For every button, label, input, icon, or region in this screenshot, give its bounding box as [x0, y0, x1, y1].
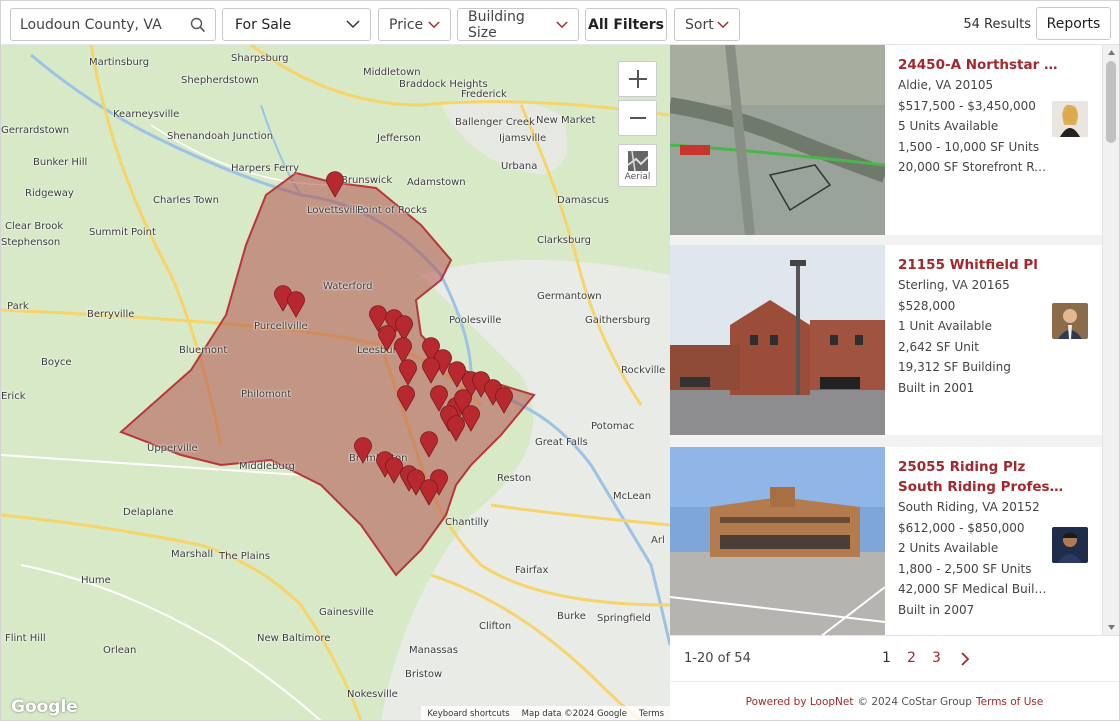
listing-photo[interactable]: [670, 447, 885, 635]
listing-title[interactable]: 21155 Whitfield Pl: [898, 255, 1066, 275]
pagination-range: 1-20 of 54: [684, 651, 751, 666]
chevron-down-icon: [717, 21, 729, 28]
listing-units: 5 Units Available: [898, 119, 999, 133]
listing-pin-icon[interactable]: [399, 359, 417, 386]
location-search-input[interactable]: Loudoun County, VA: [10, 8, 216, 41]
zoom-in-button[interactable]: [618, 61, 657, 97]
listing-title[interactable]: 24450-A Northstar Blvd: [898, 55, 1066, 75]
aerial-icon: [626, 150, 649, 171]
zoom-out-button[interactable]: [618, 100, 657, 136]
listing-pin-icon[interactable]: [287, 291, 305, 318]
listing-location: South Riding, VA 20152: [898, 500, 1040, 514]
listing-pin-icon[interactable]: [394, 337, 412, 364]
copyright: © 2024 CoStar Group: [857, 695, 972, 708]
listing-units: 1 Unit Available: [898, 319, 993, 333]
page-1-link[interactable]: 1: [882, 650, 891, 666]
aerial-view-button[interactable]: Aerial: [618, 144, 657, 187]
app-frame: Loudoun County, VA For Sale Price Buildi…: [0, 0, 1120, 721]
listing-detail: 19,312 SF Building: [898, 360, 1011, 374]
sort-label: Sort: [685, 16, 714, 33]
all-filters-button[interactable]: All Filters: [585, 8, 667, 41]
listing-pin-icon[interactable]: [422, 357, 440, 384]
listing-results[interactable]: 24450-A Northstar Blvd Aldie, VA 20105 $…: [670, 45, 1102, 635]
listing-detail: 20,000 SF Storefront Re...: [898, 160, 1048, 174]
listing-subtitle[interactable]: South Riding Professi...: [898, 477, 1066, 497]
listing-size: 1,800 - 2,500 SF Units: [898, 561, 1032, 576]
listing-size: 1,500 - 10,000 SF Units: [898, 139, 1040, 154]
page-3-link[interactable]: 3: [932, 650, 941, 666]
sort-button[interactable]: Sort: [674, 8, 740, 41]
agent-avatar[interactable]: [1052, 101, 1088, 137]
listing-units: 2 Units Available: [898, 541, 999, 555]
listing-pin-icon[interactable]: [354, 437, 372, 464]
listing-detail: 42,000 SF Medical Buildi...: [898, 582, 1048, 596]
listing-pin-icon[interactable]: [420, 479, 438, 506]
results-count: 54 Results: [963, 17, 1031, 32]
listing-price: $612,000 - $850,000: [898, 520, 1025, 535]
listing-photo[interactable]: [670, 245, 885, 435]
chevron-down-icon: [428, 21, 440, 28]
listing-pin-icon[interactable]: [495, 387, 513, 414]
listing-pin-icon[interactable]: [462, 405, 480, 432]
listing-pin-icon[interactable]: [326, 171, 344, 198]
listing-price: $528,000: [898, 298, 956, 313]
agent-avatar[interactable]: [1052, 303, 1088, 339]
map-view[interactable]: Martinsburg Sharpsburg Middletown Frederick…: [1, 45, 670, 721]
agent-avatar[interactable]: [1052, 527, 1088, 563]
listing-built: Built in 2007: [898, 602, 975, 617]
map-attribution: Keyboard shortcuts Map data ©2024 Google…: [421, 706, 670, 720]
google-logo: Google: [11, 697, 78, 717]
chevron-down-icon: [556, 21, 568, 28]
listing-type-select[interactable]: For Sale: [222, 8, 371, 41]
listing-price: $517,500 - $3,450,000: [898, 98, 1036, 113]
chevron-down-icon: [346, 20, 360, 29]
search-value: Loudoun County, VA: [20, 16, 162, 33]
listing-card[interactable]: 24450-A Northstar Blvd Aldie, VA 20105 $…: [670, 45, 1102, 235]
listing-built: Built in 2001: [898, 380, 975, 395]
minus-icon: [629, 117, 646, 119]
scrollbar-thumb[interactable]: [1106, 61, 1116, 143]
scroll-up-icon[interactable]: [1103, 47, 1120, 57]
aerial-label: Aerial: [624, 171, 651, 182]
reports-button[interactable]: Reports: [1036, 7, 1111, 40]
listing-pin-icon[interactable]: [395, 315, 413, 342]
chevron-right-icon[interactable]: [960, 652, 970, 666]
scroll-down-icon[interactable]: [1103, 623, 1120, 633]
listing-size: 2,642 SF Unit: [898, 339, 979, 354]
listing-card[interactable]: 25055 Riding Plz South Riding Professi..…: [670, 447, 1102, 635]
listing-pin-icon[interactable]: [385, 457, 403, 484]
search-icon[interactable]: [190, 17, 206, 33]
listing-title[interactable]: 25055 Riding Plz: [898, 457, 1066, 477]
pagination: 1-20 of 54 1 2 3: [670, 635, 1119, 681]
all-filters-label: All Filters: [588, 16, 664, 33]
building-size-filter-button[interactable]: Building Size: [457, 8, 579, 41]
price-filter-button[interactable]: Price: [378, 8, 451, 41]
keyboard-shortcuts-link[interactable]: Keyboard shortcuts: [427, 709, 509, 719]
listing-location: Aldie, VA 20105: [898, 78, 994, 92]
listing-card[interactable]: 21155 Whitfield Pl Sterling, VA 20165 $5…: [670, 245, 1102, 435]
plus-icon: [628, 70, 647, 88]
listing-pin-icon[interactable]: [420, 431, 438, 458]
filter-toolbar: Loudoun County, VA For Sale Price Buildi…: [1, 1, 1119, 45]
map-terms-link[interactable]: Terms: [639, 709, 664, 719]
listing-location: Sterling, VA 20165: [898, 278, 1010, 292]
page-2-link[interactable]: 2: [907, 650, 916, 666]
powered-by-link[interactable]: Powered by LoopNet: [746, 696, 854, 708]
listing-scrollbar[interactable]: [1102, 45, 1119, 635]
price-filter-label: Price: [389, 16, 424, 33]
map-data-text: Map data ©2024 Google: [521, 708, 627, 719]
footer: Powered by LoopNet © 2024 CoStar Group T…: [670, 681, 1119, 720]
listing-pins[interactable]: [1, 45, 670, 721]
building-size-filter-label: Building Size: [468, 8, 525, 41]
listing-pin-icon[interactable]: [397, 385, 415, 412]
terms-of-use-link[interactable]: Terms of Use: [976, 696, 1043, 708]
listing-pin-icon[interactable]: [378, 325, 396, 352]
listing-photo[interactable]: [670, 45, 885, 235]
listing-pin-icon[interactable]: [447, 415, 465, 442]
listing-type-value: For Sale: [235, 16, 292, 33]
